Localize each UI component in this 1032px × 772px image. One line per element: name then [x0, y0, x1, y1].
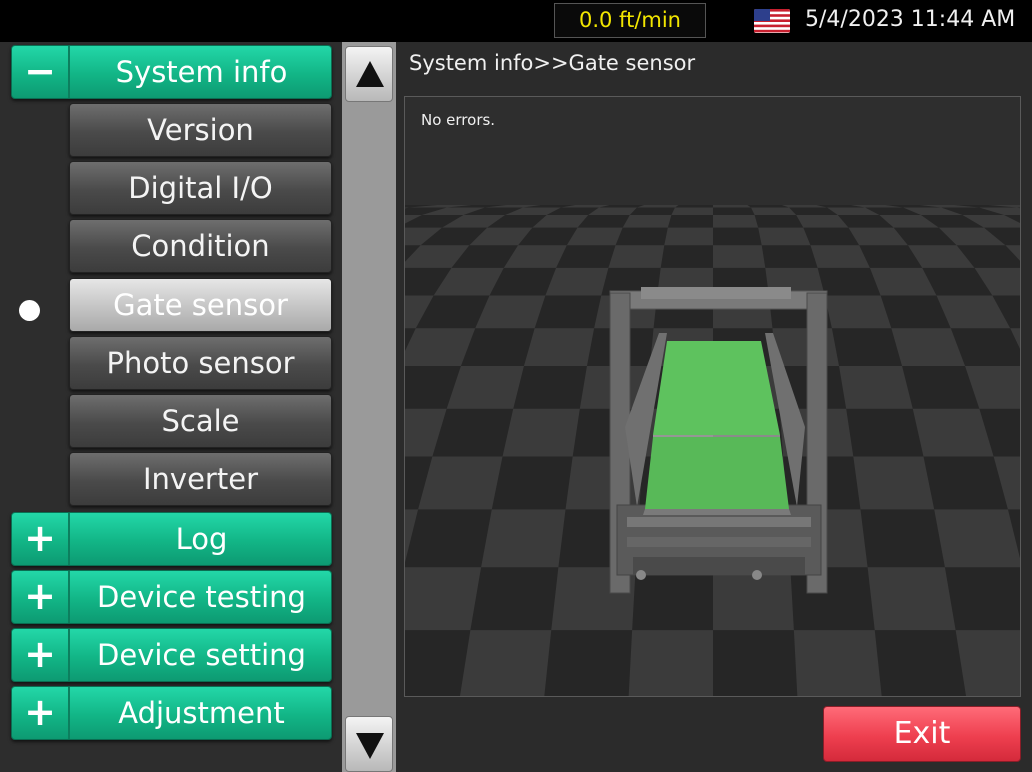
menu-item-scale[interactable]: Scale	[69, 394, 332, 448]
collapse-icon: −	[12, 46, 70, 98]
date-time: 5/4/2023 11:44 AM	[805, 7, 1016, 32]
3d-viewer[interactable]: No errors.	[404, 96, 1021, 697]
menu-category-system-info[interactable]: − System info	[11, 45, 332, 99]
menu-category-label: Log	[175, 522, 228, 556]
menu-category-log[interactable]: + Log	[11, 512, 332, 566]
triangle-down-icon	[356, 733, 384, 759]
menu-category-device-setting[interactable]: + Device setting	[11, 628, 332, 682]
menu-item-gate-sensor[interactable]: Gate sensor	[69, 278, 332, 332]
status-message: No errors.	[421, 111, 496, 129]
menu-item-version[interactable]: Version	[69, 103, 332, 157]
menu-category-label: Adjustment	[118, 696, 285, 730]
gate-sensor-3d-model	[405, 205, 1020, 696]
menu-item-condition[interactable]: Condition	[69, 219, 332, 273]
menu-category-label: System info	[115, 55, 288, 89]
menu-scrollbar[interactable]	[342, 42, 396, 772]
menu-category-label: Device testing	[97, 580, 306, 614]
menu-category-adjustment[interactable]: + Adjustment	[11, 686, 332, 740]
triangle-up-icon	[356, 61, 384, 87]
expand-icon: +	[12, 687, 70, 739]
menu-category-label: Device setting	[97, 638, 306, 672]
scroll-up-button[interactable]	[345, 46, 393, 102]
expand-icon: +	[12, 571, 70, 623]
expand-icon: +	[12, 629, 70, 681]
speed-readout: 0.0 ft/min	[554, 3, 706, 38]
us-flag-icon[interactable]	[754, 9, 790, 33]
menu-category-device-testing[interactable]: + Device testing	[11, 570, 332, 624]
menu-item-digital-io[interactable]: Digital I/O	[69, 161, 332, 215]
breadcrumb: System info>>Gate sensor	[409, 51, 696, 75]
menu-item-inverter[interactable]: Inverter	[69, 452, 332, 506]
active-indicator-dot	[19, 300, 40, 321]
top-bar: 0.0 ft/min 5/4/2023 11:44 AM	[0, 0, 1032, 42]
exit-button[interactable]: Exit	[823, 706, 1021, 762]
menu-item-photo-sensor[interactable]: Photo sensor	[69, 336, 332, 390]
scroll-down-button[interactable]	[345, 716, 393, 772]
expand-icon: +	[12, 513, 70, 565]
